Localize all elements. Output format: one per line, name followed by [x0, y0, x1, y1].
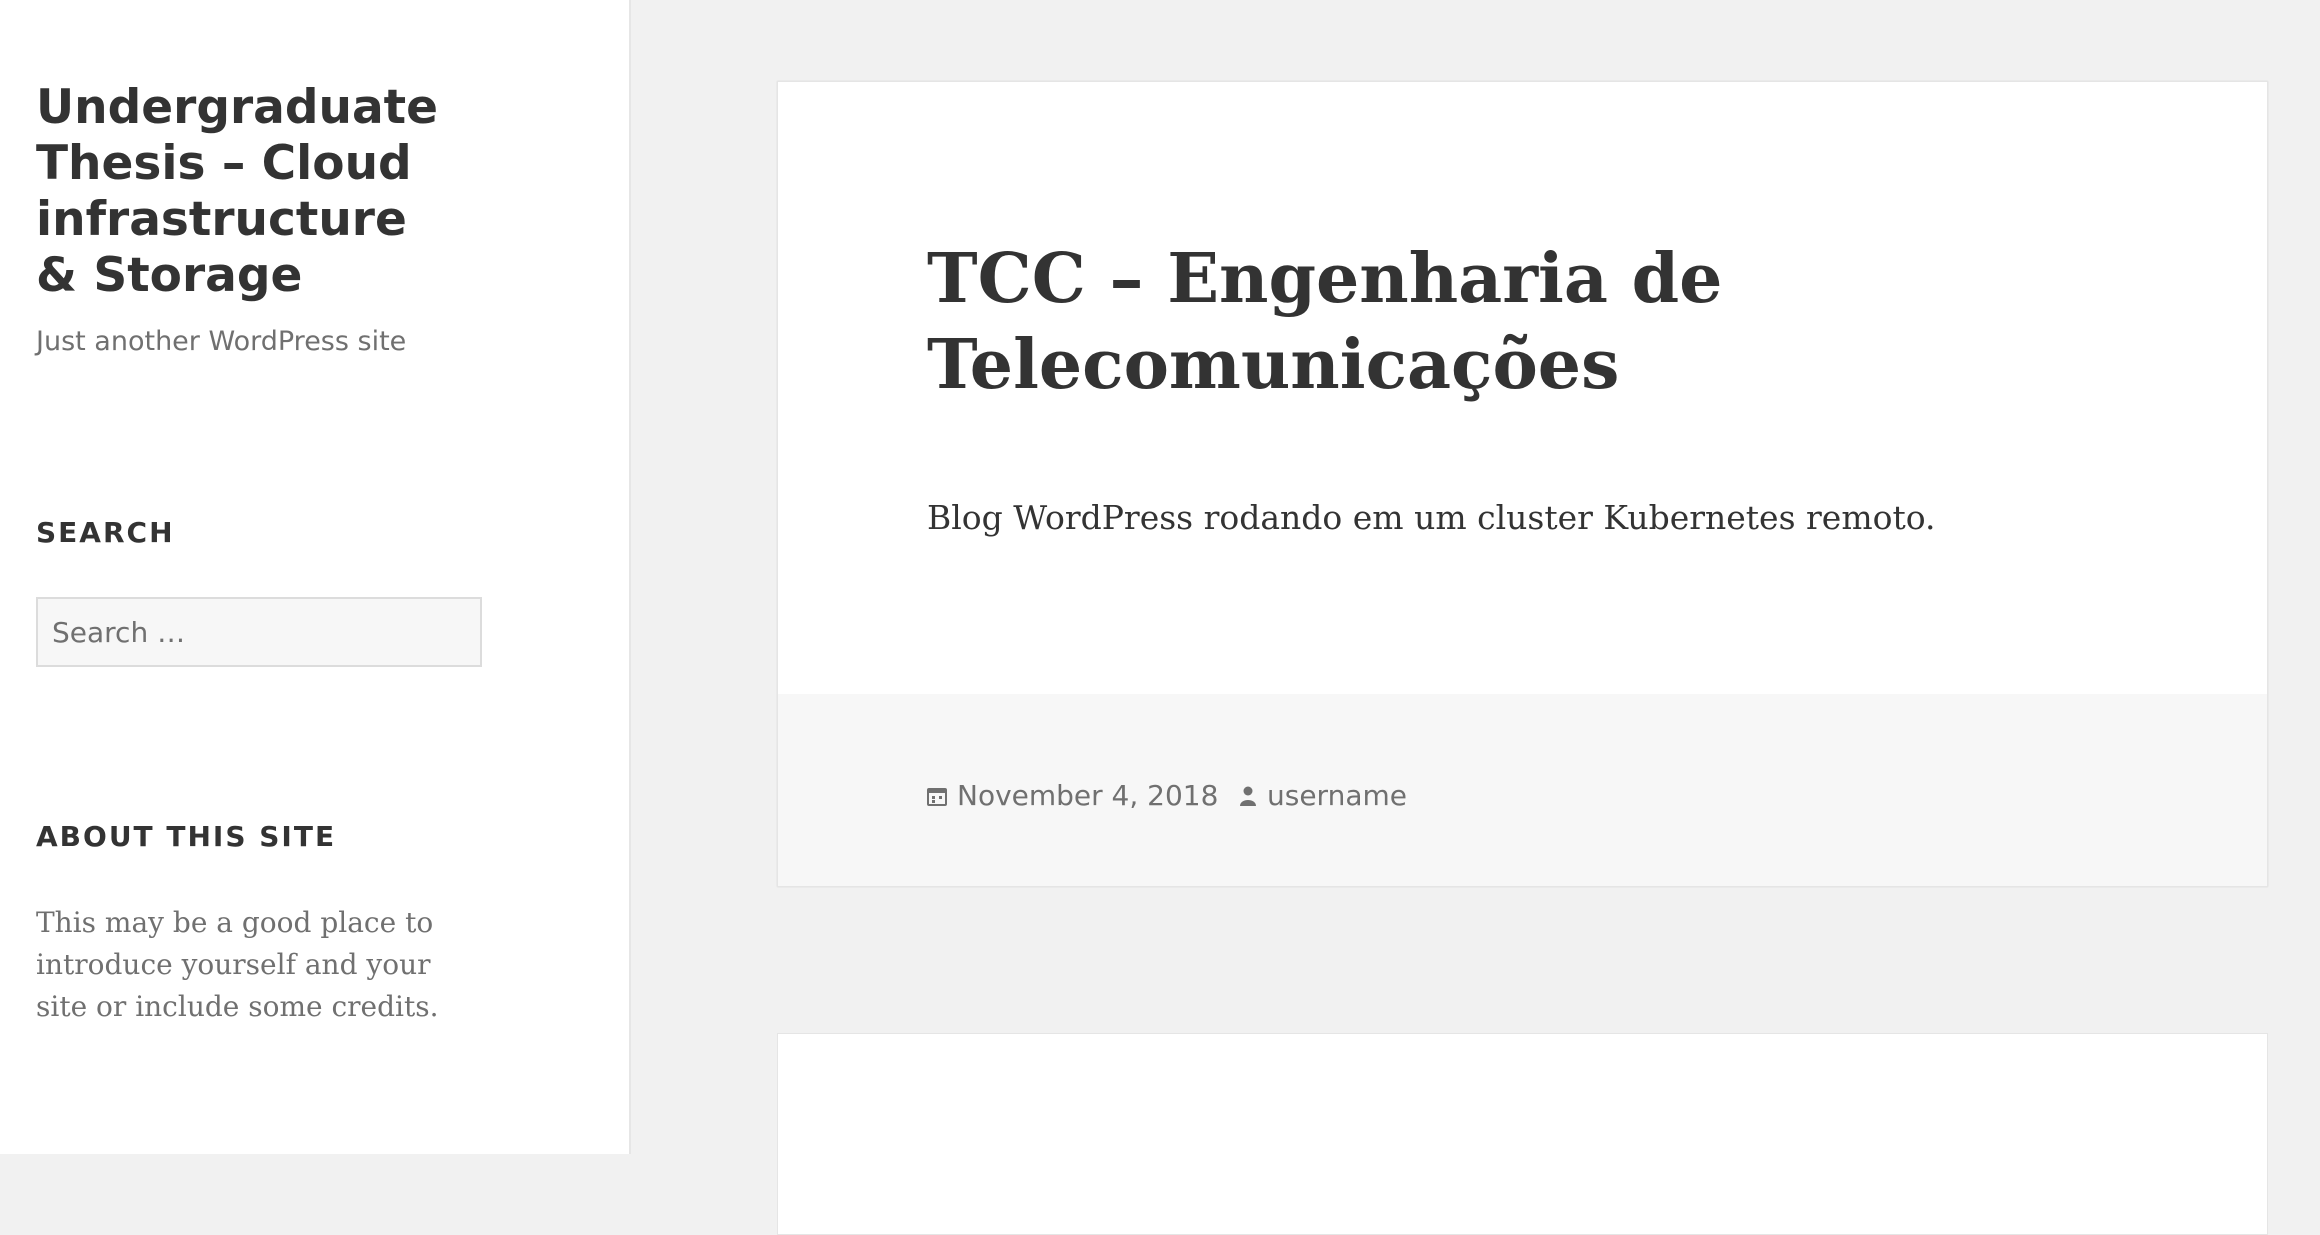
post-author: username	[1267, 779, 1407, 812]
post-footer: November 4, 2018 username	[778, 694, 2267, 886]
post-card: TCC – Engenharia de Telecomunicações Blo…	[777, 81, 2268, 887]
post-date-link[interactable]: November 4, 2018	[927, 779, 1218, 813]
user-icon	[1240, 786, 1256, 806]
about-widget-title: ABOUT THIS SITE	[36, 820, 337, 853]
post-title[interactable]: TCC – Engenharia de Telecomunicações	[927, 236, 2127, 408]
post-date: November 4, 2018	[957, 779, 1219, 812]
about-text: This may be a good place to introduce yo…	[36, 906, 439, 1023]
search-input[interactable]	[36, 597, 482, 667]
post-author-link[interactable]: username	[1239, 779, 1407, 813]
sidebar: Undergraduate Thesis – Cloud infrastruct…	[0, 0, 631, 1154]
next-post-card	[777, 1033, 2268, 1235]
search-widget-title: SEARCH	[36, 516, 175, 549]
calendar-icon	[927, 788, 947, 806]
post-excerpt: Blog WordPress rodando em um cluster Kub…	[927, 498, 1936, 537]
site-title-link[interactable]: Undergraduate Thesis – Cloud infrastruct…	[36, 80, 456, 304]
site-tagline: Just another WordPress site	[36, 326, 407, 357]
